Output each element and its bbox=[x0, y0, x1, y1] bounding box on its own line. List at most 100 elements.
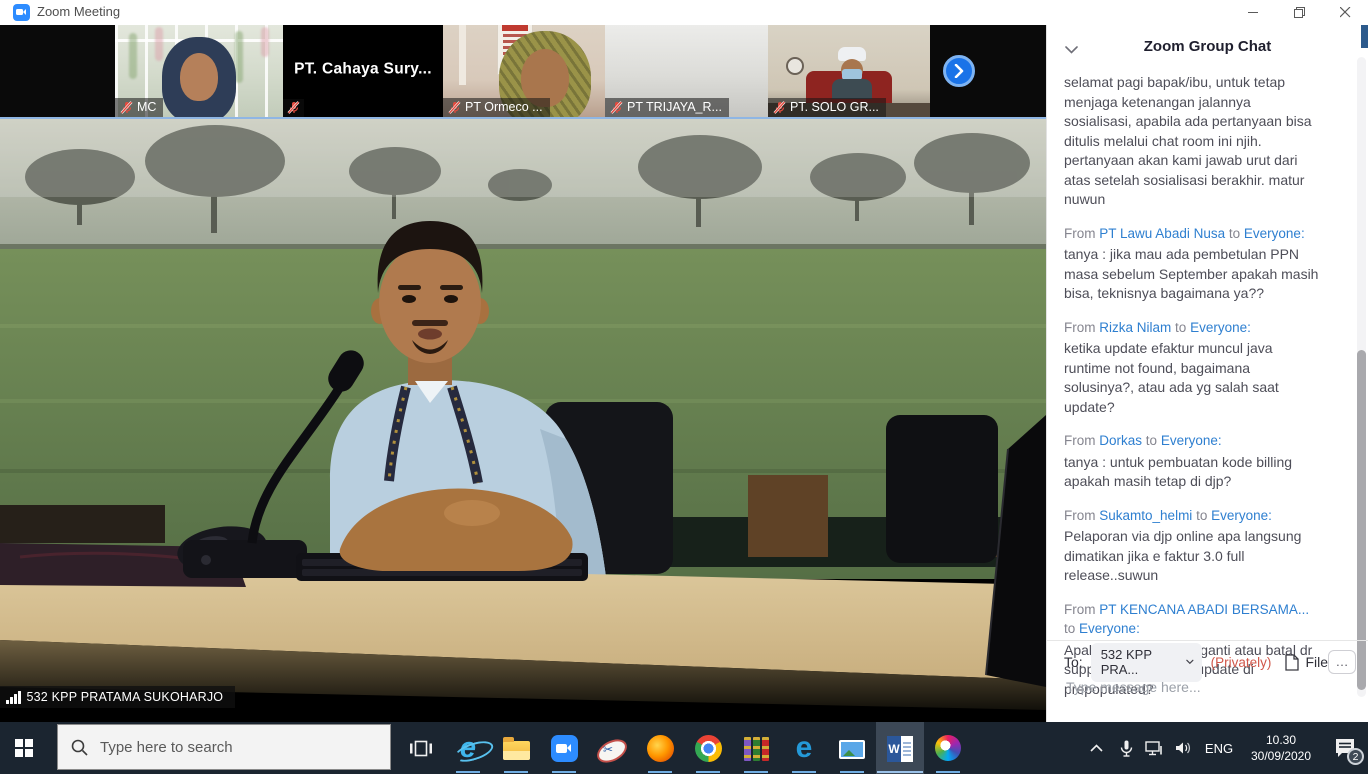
participant-muted-tag bbox=[283, 99, 304, 117]
participant-name-tag: MC bbox=[115, 98, 163, 117]
close-button[interactable] bbox=[1322, 0, 1368, 25]
internet-explorer-icon: e bbox=[460, 735, 476, 761]
taskbar-app-edge[interactable]: e bbox=[780, 722, 828, 774]
edge-icon: e bbox=[796, 735, 813, 761]
muted-mic-icon bbox=[120, 101, 133, 114]
chat-panel: Zoom Group Chat selamat pagi bapak/ibu, … bbox=[1046, 25, 1368, 722]
tray-microphone[interactable] bbox=[1113, 722, 1140, 774]
start-button[interactable] bbox=[0, 722, 48, 774]
tray-date: 30/09/2020 bbox=[1251, 748, 1311, 764]
chat-header: Zoom Group Chat bbox=[1047, 33, 1368, 61]
chrome-icon bbox=[695, 735, 722, 762]
muted-mic-icon bbox=[610, 101, 623, 114]
participant-tile-mc[interactable]: MC bbox=[115, 25, 283, 117]
sender-name[interactable]: Dorkas bbox=[1099, 433, 1142, 448]
file-button[interactable]: File bbox=[1285, 654, 1328, 671]
chat-message: From PT Lawu Abadi Nusa to Everyone: tan… bbox=[1064, 224, 1322, 304]
notification-badge: 2 bbox=[1347, 748, 1364, 765]
chat-message-list: selamat pagi bapak/ibu, untuk tetap menj… bbox=[1064, 73, 1322, 713]
to-label: To: bbox=[1064, 654, 1083, 670]
taskbar-search-box[interactable] bbox=[57, 724, 391, 770]
restore-button[interactable] bbox=[1276, 0, 1322, 25]
search-icon bbox=[71, 739, 88, 756]
tray-volume[interactable] bbox=[1168, 722, 1198, 774]
chat-title: Zoom Group Chat bbox=[1047, 38, 1368, 55]
photos-icon bbox=[839, 740, 865, 759]
minimize-button[interactable] bbox=[1230, 0, 1276, 25]
chat-message: From Sukamto_helmi to Everyone: Pelapora… bbox=[1064, 506, 1322, 586]
recipient-name[interactable]: Everyone: bbox=[1190, 320, 1251, 335]
recipient-name[interactable]: Everyone: bbox=[1161, 433, 1222, 448]
sender-name[interactable]: PT Lawu Abadi Nusa bbox=[1099, 226, 1225, 241]
chat-message: From Rizka Nilam to Everyone: ketika upd… bbox=[1064, 318, 1322, 418]
sender-name[interactable]: Rizka Nilam bbox=[1099, 320, 1171, 335]
taskbar-app-chrome[interactable] bbox=[684, 722, 732, 774]
tray-language[interactable]: ENG bbox=[1198, 722, 1240, 774]
chevron-up-icon bbox=[1090, 744, 1103, 752]
network-icon bbox=[1145, 741, 1163, 756]
tray-network[interactable] bbox=[1140, 722, 1168, 774]
task-view-icon bbox=[410, 740, 432, 757]
file-icon bbox=[1285, 654, 1299, 671]
recipient-name[interactable]: Everyone: bbox=[1244, 226, 1305, 241]
main-speaker-video bbox=[0, 119, 1046, 710]
muted-mic-icon bbox=[448, 101, 461, 114]
participant-tile-trijaya[interactable]: PT TRIJAYA_R... bbox=[605, 25, 768, 117]
taskbar-app-firefox[interactable] bbox=[636, 722, 684, 774]
microphone-icon bbox=[1120, 740, 1133, 757]
taskbar-app-photos[interactable] bbox=[828, 722, 876, 774]
taskbar-app-paint-3d[interactable] bbox=[924, 722, 972, 774]
taskbar-app-internet-explorer[interactable]: e bbox=[444, 722, 492, 774]
muted-mic-icon bbox=[773, 101, 786, 114]
recipient-name[interactable]: Everyone: bbox=[1079, 621, 1140, 636]
participant-tile-cahaya[interactable]: PT. Cahaya Sury... bbox=[283, 25, 443, 117]
scrollbar-top-accent bbox=[1361, 25, 1368, 48]
taskbar-app-zoom[interactable] bbox=[540, 722, 588, 774]
chat-message-input[interactable] bbox=[1064, 678, 1348, 696]
tray-clock[interactable]: 10.3030/09/2020 bbox=[1240, 722, 1322, 774]
taskbar-app-word[interactable]: W bbox=[876, 722, 924, 774]
meeting-video-area: MC PT. Cahaya Sury... PT Ormeco ... bbox=[0, 25, 1046, 722]
participant-tile-solo[interactable]: PT. SOLO GR... bbox=[768, 25, 930, 117]
chat-scrollbar-thumb[interactable] bbox=[1357, 350, 1366, 690]
participant-name-tag: PT TRIJAYA_R... bbox=[605, 98, 729, 117]
zoom-app-icon bbox=[13, 4, 30, 21]
taskbar-app-snipping-tool[interactable] bbox=[588, 722, 636, 774]
tray-time: 10.30 bbox=[1251, 732, 1311, 748]
chat-composer-row: To: 532 KPP PRA... (Privately) File … bbox=[1064, 649, 1356, 675]
window-title-bar: Zoom Meeting bbox=[0, 0, 1368, 25]
word-icon: W bbox=[887, 736, 913, 762]
taskbar-app-file-explorer[interactable] bbox=[492, 722, 540, 774]
signal-bars-icon bbox=[6, 691, 21, 704]
search-input[interactable] bbox=[98, 738, 352, 757]
participant-name-tag: PT. SOLO GR... bbox=[768, 98, 886, 117]
next-participants-button[interactable] bbox=[943, 55, 975, 87]
window-title: Zoom Meeting bbox=[37, 4, 120, 19]
participant-name-centered: PT. Cahaya Sury... bbox=[283, 61, 443, 79]
recipient-name[interactable]: Everyone: bbox=[1211, 508, 1272, 523]
winrar-icon bbox=[744, 737, 769, 761]
taskbar-app-winrar[interactable] bbox=[732, 722, 780, 774]
action-center-button[interactable]: 2 bbox=[1322, 722, 1368, 774]
recipient-dropdown[interactable]: 532 KPP PRA... bbox=[1091, 643, 1202, 682]
snipping-tool-icon bbox=[593, 735, 631, 768]
tray-chevron-up[interactable] bbox=[1079, 722, 1113, 774]
participant-thumbnail-strip: MC PT. Cahaya Sury... PT Ormeco ... bbox=[0, 25, 1046, 117]
privately-label: (Privately) bbox=[1211, 655, 1272, 670]
muted-mic-icon bbox=[287, 101, 300, 114]
chat-message: From Dorkas to Everyone: tanya : untuk p… bbox=[1064, 431, 1322, 492]
chat-message: selamat pagi bapak/ibu, untuk tetap menj… bbox=[1064, 73, 1322, 210]
chevron-down-icon bbox=[1186, 659, 1194, 665]
sender-name[interactable]: Sukamto_helmi bbox=[1099, 508, 1192, 523]
windows-taskbar: e e W ENG 10.3030/09/2020 2 bbox=[0, 722, 1368, 774]
firefox-icon bbox=[647, 735, 674, 762]
more-options-button[interactable]: … bbox=[1328, 650, 1356, 674]
windows-logo-icon bbox=[15, 739, 33, 757]
main-speaker-name-tag: 532 KPP PRATAMA SUKOHARJO bbox=[0, 686, 235, 708]
sender-name[interactable]: PT KENCANA ABADI BERSAMA... bbox=[1099, 602, 1309, 617]
file-explorer-icon bbox=[503, 741, 530, 760]
speaker-icon bbox=[1175, 741, 1192, 755]
task-view-button[interactable] bbox=[399, 722, 443, 774]
participant-tile-ormeco[interactable]: PT Ormeco ... bbox=[443, 25, 605, 117]
zoom-icon bbox=[551, 735, 578, 762]
